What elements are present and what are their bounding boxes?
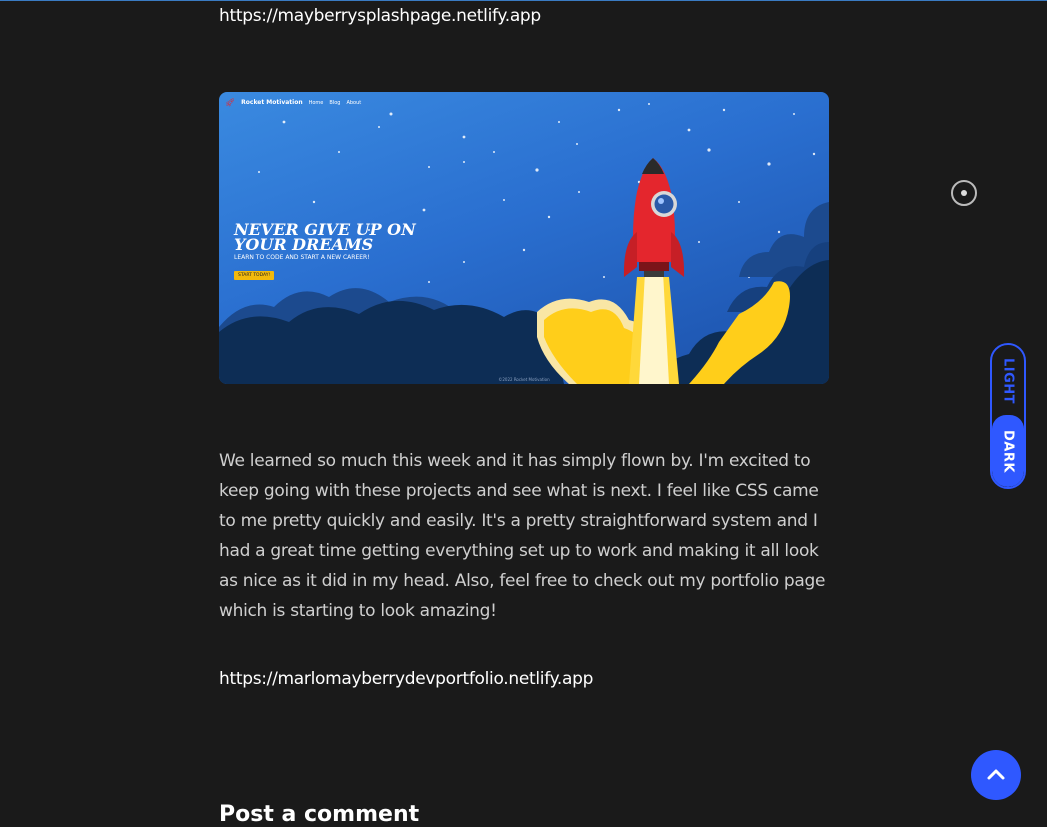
theme-toggle[interactable]: LIGHT DARK — [990, 343, 1026, 489]
mini-cta-button: START TODAY! — [234, 271, 275, 280]
mini-footer: ©2022 Rocket Motivation — [498, 377, 550, 382]
light-label: LIGHT — [1000, 357, 1016, 405]
chevron-up-icon — [987, 769, 1005, 780]
radio-dot-icon[interactable] — [951, 180, 977, 206]
post-paragraph: We learned so much this week and it has … — [219, 451, 826, 621]
mini-hero-title: NEVER GIVE UP ON YOUR DREAMS — [234, 220, 416, 254]
theme-option-light[interactable]: LIGHT — [992, 345, 1024, 417]
mini-hero-subtitle: LEARN TO CODE AND START A NEW CAREER! — [234, 254, 370, 261]
portfolio-link[interactable]: https://marlomayberrydevportfolio.netlif… — [219, 669, 593, 689]
splash-page-screenshot: 🚀︎ Rocket Motivation Home Blog About NEV… — [219, 92, 829, 384]
dark-label: DARK — [1000, 429, 1016, 473]
mini-logo-text: Rocket Motivation — [241, 99, 303, 106]
splash-page-link[interactable]: https://mayberrysplashpage.netlify.app — [219, 6, 541, 26]
rocket-logo-icon: 🚀︎ — [225, 98, 236, 107]
top-border — [0, 0, 1047, 1]
mini-navbar: 🚀︎ Rocket Motivation Home Blog About — [225, 98, 361, 107]
mini-hero: NEVER GIVE UP ON YOUR DREAMS LEARN TO CO… — [234, 222, 434, 280]
mini-nav-home: Home — [308, 99, 324, 106]
radio-dot — [961, 190, 967, 196]
scroll-to-top-button[interactable] — [971, 750, 1021, 800]
mini-nav-blog: Blog — [329, 99, 341, 106]
theme-option-dark[interactable]: DARK — [992, 415, 1024, 487]
post-comment-heading: Post a comment — [219, 802, 420, 827]
mini-nav-about: About — [346, 99, 362, 106]
